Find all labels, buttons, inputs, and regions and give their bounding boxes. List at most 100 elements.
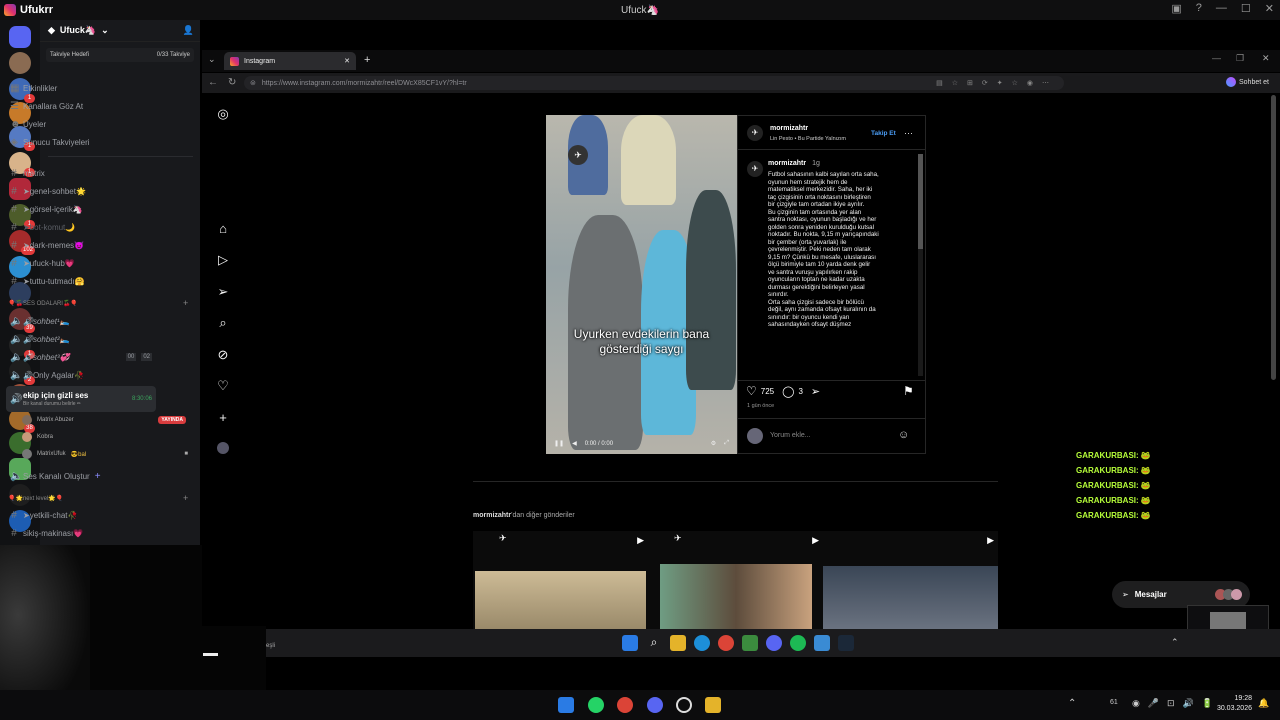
pause-icon[interactable]: ❚❚ bbox=[554, 440, 564, 447]
xbox-icon[interactable] bbox=[742, 635, 758, 651]
menu-members[interactable]: ☻ Üyeler bbox=[6, 116, 156, 132]
maximize-button[interactable]: ❐ bbox=[1236, 53, 1244, 64]
post-music[interactable]: Lin Pesto • Bu Partide Yalnızım bbox=[770, 136, 846, 142]
comment-input[interactable]: Yorum ekle... bbox=[770, 432, 811, 439]
minimize-button[interactable]: — bbox=[1216, 2, 1227, 15]
back-icon[interactable]: ← bbox=[208, 77, 218, 88]
instagram-logo-icon[interactable]: ◎ bbox=[216, 107, 230, 121]
author-avatar[interactable]: ✈ bbox=[747, 161, 763, 177]
maximize-button[interactable]: ☐ bbox=[1241, 2, 1251, 15]
reel-author-icon[interactable]: ✈ bbox=[568, 145, 588, 165]
tab-menu-icon[interactable]: ⌄ bbox=[208, 54, 216, 65]
comment-icon[interactable]: ◯ bbox=[782, 385, 794, 398]
channel-status[interactable]: Bir kanal durumu belirle ✏ bbox=[23, 401, 88, 407]
voice-channel[interactable]: 🔈 🔊Only Agalar🥀 bbox=[6, 367, 156, 383]
voice-user[interactable]: Kobra bbox=[22, 430, 53, 444]
site-info-icon[interactable]: ⊜ bbox=[250, 79, 256, 87]
emoji-icon[interactable]: ☺ bbox=[898, 429, 909, 441]
steam-icon[interactable] bbox=[838, 635, 854, 651]
caption-username[interactable]: mormizahtr bbox=[768, 160, 806, 167]
create-voice-channel[interactable]: 🔈 Ses Kanalı Oluştur + bbox=[6, 468, 156, 484]
add-channel-icon[interactable]: + bbox=[183, 493, 188, 503]
messages-button[interactable]: ➢ Mesajlar bbox=[1112, 581, 1250, 608]
close-tab-icon[interactable]: ✕ bbox=[344, 57, 350, 65]
chevron-up-icon[interactable]: ⌃ bbox=[1171, 637, 1179, 648]
settings-icon[interactable]: ⚙ bbox=[711, 440, 716, 447]
share-icon[interactable]: ➢ bbox=[811, 385, 820, 398]
chrome-icon[interactable] bbox=[617, 697, 633, 713]
menu-boosts[interactable]: ◈ Sunucu Takviyeleri bbox=[6, 134, 156, 150]
post-thumbnail[interactable]: ▶ bbox=[823, 531, 998, 629]
heart-icon[interactable]: ♡ bbox=[216, 379, 230, 393]
edge-icon[interactable] bbox=[694, 635, 710, 651]
voice-channel[interactable]: 🔈 🔊sohbet²🛌 bbox=[6, 331, 156, 347]
voice-category[interactable]: 🎈🍒SES ODALARI🍒🎈 bbox=[8, 300, 78, 307]
file-explorer-icon[interactable] bbox=[705, 697, 721, 713]
tab-instagram[interactable]: Instagram ✕ bbox=[224, 52, 356, 70]
windows-start-icon[interactable] bbox=[558, 697, 574, 713]
text-channel[interactable]: # ➤genel-sohbet🌟 bbox=[6, 183, 156, 199]
text-channel[interactable]: # sikiş-makinası💗 bbox=[6, 525, 156, 541]
follow-button[interactable]: Takip Et bbox=[871, 130, 896, 137]
discord-icon[interactable] bbox=[766, 635, 782, 651]
search-icon[interactable]: ⌕ bbox=[216, 316, 230, 330]
active-voice-channel[interactable]: 🔊 ekip için gizli ses Bir kanal durumu b… bbox=[6, 386, 156, 412]
text-channel[interactable]: # ➤görsel-içerik🦄 bbox=[6, 201, 156, 217]
menu-events[interactable]: ▦ Etkinlikler bbox=[6, 80, 156, 96]
create-icon[interactable]: + bbox=[216, 411, 230, 425]
whatsapp-icon[interactable] bbox=[588, 697, 604, 713]
text-channel[interactable]: # ➤yetkili-chat🥀 bbox=[6, 507, 156, 523]
tray-icons[interactable]: ◉🎤⊡🔊🔋 bbox=[1132, 698, 1221, 709]
text-channel[interactable]: # ➤tuttu-tutmadı🤗 bbox=[6, 273, 156, 289]
reload-icon[interactable]: ↻ bbox=[228, 77, 236, 88]
add-channel-icon[interactable]: + bbox=[183, 298, 188, 308]
category-next-level[interactable]: 🎈🌟next level🌟🎈 bbox=[8, 495, 63, 502]
direct-icon[interactable]: ➢ bbox=[216, 285, 230, 299]
discord-icon[interactable] bbox=[647, 697, 663, 713]
voice-user[interactable]: MatrixUfuk 😎bal ■ bbox=[22, 447, 192, 461]
menu-browse-channels[interactable]: ☰ Kanallara Göz At bbox=[6, 98, 156, 114]
more-options-icon[interactable]: ⋯ bbox=[904, 128, 913, 139]
guild-header[interactable]: ◆ Ufuck🦄 ⌄ 👤 bbox=[40, 20, 200, 42]
scrollbar[interactable] bbox=[918, 154, 923, 376]
clock[interactable]: 19:28 30.03.2026 bbox=[1212, 694, 1252, 714]
windows-start-icon[interactable] bbox=[622, 635, 638, 651]
author-avatar[interactable]: ✈ bbox=[747, 125, 763, 141]
more-posts-user[interactable]: mormizahtr bbox=[473, 512, 511, 519]
profile-avatar-icon[interactable] bbox=[216, 442, 230, 456]
notification-icon[interactable]: 🔔 bbox=[1258, 698, 1269, 709]
server-icon[interactable] bbox=[9, 52, 31, 74]
post-username[interactable]: mormizahtr bbox=[770, 125, 808, 132]
chrome-icon[interactable] bbox=[718, 635, 734, 651]
spotify-icon[interactable] bbox=[790, 635, 806, 651]
reels-icon[interactable]: ▷ bbox=[216, 253, 230, 267]
chevron-up-icon[interactable]: ⌃ bbox=[1068, 698, 1076, 709]
like-icon[interactable]: ♡ bbox=[746, 384, 757, 398]
save-icon[interactable]: ⚑ bbox=[903, 384, 914, 398]
post-thumbnail[interactable]: ✈ ▶ bbox=[473, 531, 648, 629]
text-channel-muted[interactable]: # ➤bot-komut🌙 bbox=[6, 219, 156, 235]
volume-icon[interactable]: ◀ bbox=[572, 440, 577, 447]
search-icon[interactable]: ⌕ bbox=[646, 635, 662, 651]
voice-channel[interactable]: 🔈 🔊sohbet³💞 00 02 bbox=[6, 349, 156, 365]
help-icon[interactable]: ? bbox=[1196, 2, 1202, 15]
boost-goal[interactable]: Takviye Hedefi 0/33 Takviye bbox=[46, 48, 194, 62]
scrollbar-thumb[interactable] bbox=[918, 154, 923, 249]
voice-channel[interactable]: 🔈 🔊sohbet¹🛌 bbox=[6, 313, 156, 329]
page-scrollbar[interactable] bbox=[1271, 95, 1276, 380]
app-icon[interactable] bbox=[814, 635, 830, 651]
file-explorer-icon[interactable] bbox=[670, 635, 686, 651]
add-user-icon[interactable]: 👤 bbox=[183, 25, 194, 36]
url-field[interactable]: ⊜ https://www.instagram.com/mormizahtr/r… bbox=[244, 76, 1064, 90]
discord-home-icon[interactable] bbox=[9, 26, 31, 48]
text-channel[interactable]: # matrix bbox=[6, 165, 156, 181]
chat-button[interactable]: Sohbet et bbox=[1226, 77, 1269, 87]
close-button[interactable]: ✕ bbox=[1262, 53, 1270, 64]
text-channel[interactable]: # ➤ufuck-hub💗 bbox=[6, 255, 156, 271]
new-tab-button[interactable]: + bbox=[364, 54, 376, 66]
minimize-button[interactable]: — bbox=[1212, 53, 1221, 63]
screen-share-icon[interactable]: ▣ bbox=[1171, 2, 1181, 15]
home-icon[interactable]: ⌂ bbox=[216, 222, 230, 236]
temperature[interactable]: 61 bbox=[1110, 699, 1118, 706]
fullscreen-icon[interactable]: ⤢ bbox=[724, 440, 729, 447]
